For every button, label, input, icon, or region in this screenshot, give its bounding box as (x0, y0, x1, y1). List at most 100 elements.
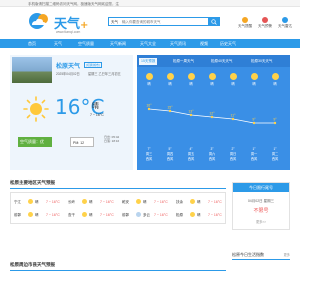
district-condition: 晴 (35, 213, 39, 217)
high-temp-point (189, 113, 193, 117)
header-link-reminder[interactable]: 天气提醒 (234, 17, 256, 29)
district-temp: 7 ~ 16°C (46, 213, 60, 217)
tab-week[interactable]: 松原一周天气 (173, 59, 194, 64)
forecast-day[interactable]: 晴 (266, 71, 284, 87)
header-link-label: 天气预警 (258, 24, 272, 28)
forecast-condition: 晴 (168, 82, 172, 86)
sunny-icon (82, 199, 87, 204)
city-photo (12, 57, 52, 83)
forecast-low: 7° 周三 西风 (140, 147, 158, 162)
logo-weather-icon[interactable] (27, 11, 51, 31)
high-temp-label: 11° (230, 114, 236, 118)
nav-item-air[interactable]: 空气质量 (78, 41, 94, 47)
forecast-condition: 晴 (252, 82, 256, 86)
high-temp-label: 9° (252, 118, 256, 122)
switch-city-link[interactable]: [切换城市] (84, 62, 102, 68)
search-input[interactable] (122, 19, 202, 25)
forecast-low: 2° 周日 西风 (224, 147, 242, 162)
traffic-restriction-title: 今日限行尾号 (233, 183, 289, 192)
forecast-condition: 晴 (147, 82, 151, 86)
sunny-icon (187, 73, 195, 80)
city-title: 松原天气 (56, 64, 81, 70)
district-temp: 7 ~ 16°C (208, 200, 222, 204)
district-name: 扶余 (176, 200, 183, 204)
top-notice-bar: 手机版请扫描二维码访问天气网，极速版天气网欢迎您，注 (0, 0, 300, 7)
air-quality-badge[interactable]: 空气质量：优 (18, 137, 52, 147)
nav-item-news[interactable]: 天气新闻 (110, 41, 126, 47)
district-name: 松原 (176, 213, 183, 217)
forecast-condition: 晴 (273, 82, 277, 86)
tab-15day[interactable]: 15天预报 (139, 58, 158, 65)
district-condition: 多云 (143, 213, 150, 217)
district-name: 前郭 (122, 213, 129, 217)
district-temp: 7 ~ 16°C (208, 213, 222, 217)
life-index-more-link[interactable]: 更多 (284, 252, 290, 257)
forecast-day[interactable]: 晴 (224, 71, 242, 87)
nav-item-encyclopedia[interactable]: 天气大全 (140, 41, 156, 47)
sunny-icon (208, 73, 216, 80)
forecast-wind: 西风 (229, 157, 237, 161)
sunny-icon (28, 212, 33, 217)
tab-30day[interactable]: 松原30天天气 (251, 59, 272, 64)
nav-item-video[interactable]: 视频 (200, 41, 208, 47)
forecast-low: 1° 周二 西风 (266, 147, 284, 162)
district-temp: 7 ~ 16°C (154, 213, 168, 217)
high-temp-label: 12° (209, 112, 215, 116)
temperature-range: 7 ~ 16°C (90, 113, 104, 117)
high-temp-label: 9° (273, 118, 277, 122)
district-condition: 晴 (197, 213, 201, 217)
sunny-icon (145, 73, 153, 80)
top-notice-text: 手机版请扫描二维码访问天气网，极速版天气网欢迎您，注 (28, 1, 119, 6)
traffic-more-link[interactable]: 更多>> (233, 219, 289, 224)
forecast-day[interactable]: 晴 (161, 71, 179, 87)
header-link-warning[interactable]: 天气预警 (254, 17, 276, 29)
sunny-icon (136, 199, 141, 204)
radar-icon (282, 17, 288, 23)
forecast-condition: 晴 (210, 82, 214, 86)
forecast-low: 3° 周六 西风 (203, 147, 221, 162)
sunny-icon (23, 96, 49, 122)
logo-plus: + (80, 20, 89, 31)
sunset-time: 日落: 18:16 (104, 139, 120, 143)
sunny-icon (250, 73, 258, 80)
traffic-restriction-status: 不限号 (253, 208, 269, 214)
sun-times: 日出: 05:42 日落: 18:16 (104, 135, 119, 143)
forecast-low: 1° 周一 西风 (245, 147, 263, 162)
cloudy-icon (136, 212, 141, 217)
district-weather-table: 宁江晴 7 ~ 16°C 长岭晴 7 ~ 16°C 乾安晴 7 ~ 16°C 扶余晴 7 ~ … (10, 192, 226, 224)
section-title-nearby: 松原周边市县天气预报 (10, 262, 55, 267)
district-name: 宁江 (14, 200, 21, 204)
warning-icon (262, 17, 268, 23)
high-temp-label: 13° (188, 110, 194, 114)
search-icon (211, 18, 217, 25)
district-temp: 7 ~ 16°C (100, 200, 114, 204)
high-temp-point (210, 115, 214, 119)
forecast-condition: 晴 (231, 82, 235, 86)
nav-item-home[interactable]: 首页 (28, 41, 36, 47)
search-type-select[interactable]: 天气 (111, 20, 118, 25)
high-temp-label: 15° (167, 106, 173, 110)
forecast-wind: 西风 (208, 157, 216, 161)
forecast-day[interactable]: 晴 (140, 71, 158, 87)
section-title-districts: 松原主要地区天气预报 (10, 180, 55, 185)
high-temp-label: 16° (146, 104, 152, 108)
forecast-day[interactable]: 晴 (182, 71, 200, 87)
search-button[interactable] (208, 17, 220, 26)
lunar-date: 星期三 乙巳年三月初五 (88, 72, 121, 76)
forecast-low: 4° 周五 西风 (182, 147, 200, 162)
tab-40day[interactable]: 松原40天天气 (211, 59, 232, 64)
nav-item-info[interactable]: 天气资讯 (170, 41, 186, 47)
sunny-icon (190, 199, 195, 204)
logo-url: www.tianqi.com (56, 30, 81, 34)
nav-item-weather[interactable]: 天气 (54, 41, 62, 47)
header-link-radar[interactable]: 天气雷达 (274, 17, 296, 29)
sunny-icon (190, 212, 195, 217)
nav-item-history[interactable]: 历史天气 (220, 41, 236, 47)
forecast-day[interactable]: 晴 (203, 71, 221, 87)
current-condition: 晴 (92, 103, 99, 110)
forecast-wind: 西风 (145, 157, 153, 161)
high-temp-point (231, 117, 235, 121)
high-temp-point (147, 107, 151, 111)
forecast-day[interactable]: 晴 (245, 71, 263, 87)
forecast-wind: 西风 (166, 157, 174, 161)
